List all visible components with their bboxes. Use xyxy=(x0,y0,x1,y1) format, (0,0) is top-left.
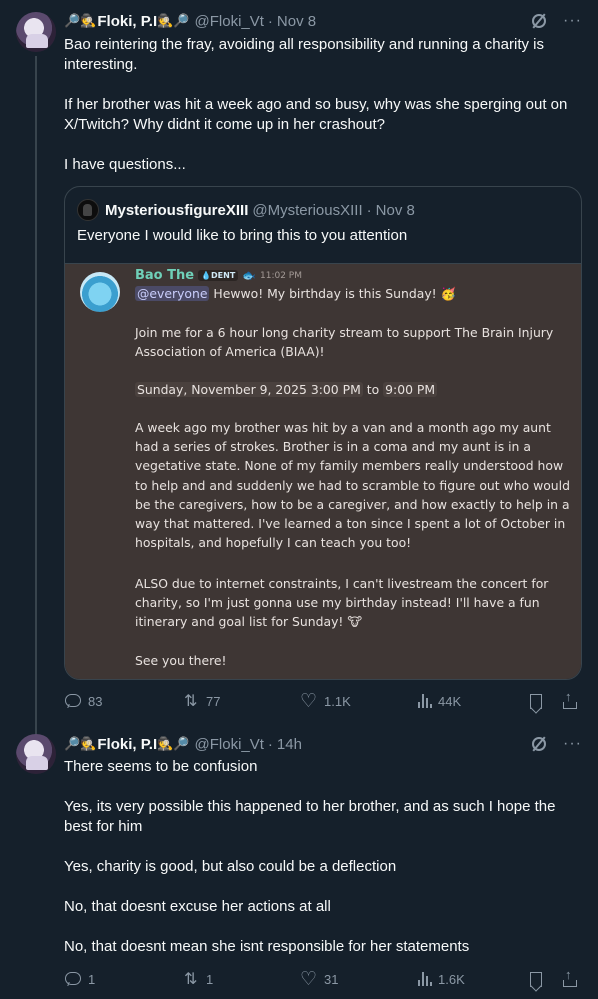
emoji-prefix: 🔎🕵 xyxy=(64,736,97,751)
separator-dot: · xyxy=(267,735,273,753)
tweet-header: 🔎🕵 Floki, P.I 🕵🔎 @Floki_Vt · Nov 8 ··· xyxy=(64,11,582,31)
share-icon xyxy=(562,967,578,987)
quote-header: MysteriousfigureXIII @MysteriousXIII · N… xyxy=(77,199,415,221)
discord-avatar xyxy=(80,272,120,312)
repost-icon xyxy=(182,969,200,989)
discord-badge-icon: 🐟 xyxy=(242,269,256,282)
reply-icon xyxy=(64,692,82,710)
reply-icon xyxy=(64,970,82,988)
discord-time: 11:02 PM xyxy=(260,270,302,281)
reply-count: 83 xyxy=(88,693,103,709)
author-handle[interactable]: @Floki_Vt xyxy=(195,736,264,753)
discord-date-start: Sunday, November 9, 2025 3:00 PM xyxy=(135,382,363,397)
avatar[interactable] xyxy=(16,734,56,774)
tweet[interactable]: 🔎🕵 Floki, P.I 🕵🔎 @Floki_Vt · 14h ··· The… xyxy=(0,730,598,999)
bookmark-icon xyxy=(530,971,542,987)
views-button[interactable]: 44K xyxy=(418,694,530,709)
repost-count: 77 xyxy=(206,693,221,709)
like-count: 31 xyxy=(324,971,339,987)
views-button[interactable]: 1.6K xyxy=(418,972,530,987)
repost-icon xyxy=(182,691,200,711)
quote-time: Nov 8 xyxy=(375,201,415,219)
discord-paragraph: Join me for a 6 hour long charity stream… xyxy=(135,325,554,360)
share-button[interactable] xyxy=(562,967,578,987)
tweet-header: 🔎🕵 Floki, P.I 🕵🔎 @Floki_Vt · 14h ··· xyxy=(64,734,582,754)
discord-text: Hewwo! My birthday is this Sunday! 🥳 xyxy=(209,286,456,301)
separator-dot: · xyxy=(267,12,273,30)
tweet-body: There seems to be confusion Yes, its ver… xyxy=(64,757,579,977)
tweet-actions: 83 77 1.1K 44K xyxy=(64,689,584,713)
reply-button[interactable]: 83 xyxy=(64,692,182,710)
views-icon xyxy=(418,972,432,986)
tweet-paragraph: I have questions... xyxy=(64,156,186,173)
emoji-suffix: 🕵🔎 xyxy=(157,736,190,751)
reply-count: 1 xyxy=(88,971,96,987)
tweet-paragraph: There seems to be confusion xyxy=(64,758,258,775)
like-count: 1.1K xyxy=(324,693,351,709)
quote-text: Everyone I would like to bring this to y… xyxy=(77,227,408,244)
discord-date-to: to xyxy=(366,382,380,397)
discord-screenshot[interactable]: Bao The 💧DENT 🐟 11:02 PM @everyone Hewwo… xyxy=(65,263,581,679)
tweet-actions: 1 1 31 1.6K xyxy=(64,967,584,991)
views-icon xyxy=(418,694,432,708)
discord-server-tag: 💧DENT xyxy=(198,270,239,281)
tweet-paragraph: No, that doesnt mean she isnt responsibl… xyxy=(64,938,470,955)
discord-date-end: 9:00 PM xyxy=(383,382,438,397)
share-icon xyxy=(562,689,578,709)
bookmark-button[interactable] xyxy=(530,971,562,987)
like-icon xyxy=(300,968,318,991)
author-name[interactable]: Floki, P.I xyxy=(97,736,157,753)
thread-line xyxy=(35,56,37,736)
tweet-paragraph: Bao reintering the fray, avoiding all re… xyxy=(64,36,544,73)
discord-paragraph: A week ago my brother was hit by a van a… xyxy=(135,420,570,551)
tweet-body: Bao reintering the fray, avoiding all re… xyxy=(64,35,579,195)
quote-avatar xyxy=(77,199,99,221)
repost-button[interactable]: 77 xyxy=(182,691,300,711)
grok-icon[interactable] xyxy=(531,13,547,29)
tweet-paragraph: Yes, charity is good, but also could be … xyxy=(64,858,397,875)
emoji-prefix: 🔎🕵 xyxy=(64,13,97,28)
discord-line: @everyone Hewwo! My birthday is this Sun… xyxy=(135,284,575,303)
discord-header: Bao The 💧DENT 🐟 11:02 PM xyxy=(135,268,302,283)
header-actions: ··· xyxy=(531,12,582,30)
author-name[interactable]: Floki, P.I xyxy=(97,13,157,30)
quote-author-handle: @MysteriousXIII xyxy=(252,201,363,219)
like-icon xyxy=(300,690,318,713)
quote-author-name: MysteriousfigureXIII xyxy=(105,201,249,219)
like-button[interactable]: 31 xyxy=(300,968,418,991)
bookmark-icon xyxy=(530,693,542,709)
discord-username: Bao The xyxy=(135,268,195,283)
repost-button[interactable]: 1 xyxy=(182,969,300,989)
tweet-paragraph: If her brother was hit a week ago and so… xyxy=(64,96,568,133)
share-button[interactable] xyxy=(562,689,578,709)
quote-tweet[interactable]: MysteriousfigureXIII @MysteriousXIII · N… xyxy=(64,186,582,680)
reply-button[interactable]: 1 xyxy=(64,970,182,988)
discord-paragraph: See you there! xyxy=(135,653,227,668)
tweet-time[interactable]: Nov 8 xyxy=(277,13,316,30)
more-icon[interactable]: ··· xyxy=(563,735,582,753)
separator-dot: · xyxy=(366,201,372,219)
like-button[interactable]: 1.1K xyxy=(300,690,418,713)
avatar[interactable] xyxy=(16,12,56,52)
discord-event-date: Sunday, November 9, 2025 3:00 PM to 9:00… xyxy=(135,380,575,399)
tweet-paragraph: No, that doesnt excuse her actions at al… xyxy=(64,898,331,915)
bookmark-button[interactable] xyxy=(530,693,562,709)
more-icon[interactable]: ··· xyxy=(563,12,582,30)
tweet-time[interactable]: 14h xyxy=(277,736,302,753)
header-actions: ··· xyxy=(531,735,582,753)
discord-paragraph: ALSO due to internet constraints, I can'… xyxy=(135,576,549,630)
emoji-suffix: 🕵🔎 xyxy=(157,13,190,28)
views-count: 1.6K xyxy=(438,971,465,987)
author-handle[interactable]: @Floki_Vt xyxy=(195,13,264,30)
views-count: 44K xyxy=(438,693,462,709)
discord-mention: @everyone xyxy=(135,286,210,301)
tweet[interactable]: 🔎🕵 Floki, P.I 🕵🔎 @Floki_Vt · Nov 8 ··· B… xyxy=(0,0,598,736)
tweet-paragraph: Yes, its very possible this happened to … xyxy=(64,798,556,835)
repost-count: 1 xyxy=(206,971,214,987)
grok-icon[interactable] xyxy=(531,736,547,752)
